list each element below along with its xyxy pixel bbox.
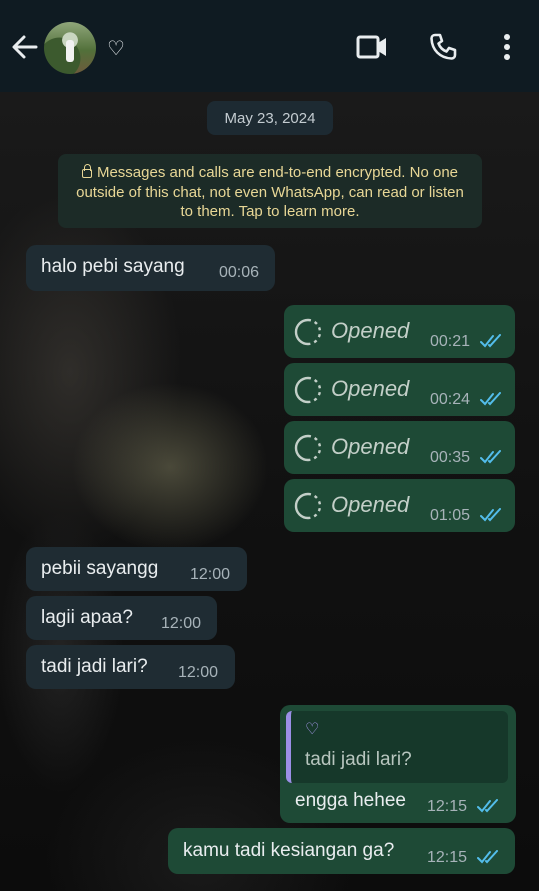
message-time: 00:21 — [430, 333, 471, 350]
more-vert-icon — [504, 34, 510, 60]
back-button[interactable] — [10, 32, 40, 62]
message-time: 00:24 — [430, 391, 471, 408]
quoted-text: tadi jadi lari? — [305, 749, 412, 770]
contact-name[interactable]: ♡ — [107, 36, 125, 61]
contact-avatar[interactable] — [44, 22, 96, 74]
message-bubble-incoming[interactable]: halo pebi sayang 00:06 — [26, 245, 275, 291]
encryption-notice[interactable]: Messages and calls are end-to-end encryp… — [58, 154, 482, 228]
more-options-button[interactable] — [490, 30, 524, 64]
read-ticks-icon — [477, 850, 498, 864]
lock-icon — [81, 164, 92, 178]
opened-label: Opened — [331, 434, 410, 459]
voice-call-button[interactable] — [426, 30, 460, 64]
quoted-author: ♡ — [305, 721, 320, 738]
message-time: 00:35 — [430, 449, 471, 466]
message-bubble-outgoing-reply[interactable]: ♡ tadi jadi lari? engga hehee 12:15 — [280, 705, 516, 823]
message-text: lagii apaa? — [41, 607, 133, 628]
message-bubble-outgoing[interactable]: Opened 00:35 — [284, 421, 515, 474]
message-bubble-outgoing[interactable]: kamu tadi kesiangan ga? 12:15 — [168, 828, 515, 874]
arrow-left-icon — [12, 35, 38, 59]
message-time: 12:00 — [190, 566, 231, 583]
message-bubble-outgoing[interactable]: Opened 00:24 — [284, 363, 515, 416]
encryption-notice-text: Messages and calls are end-to-end encryp… — [76, 164, 464, 220]
message-time: 12:15 — [427, 798, 468, 815]
opened-label: Opened — [331, 318, 410, 343]
read-ticks-icon — [477, 799, 498, 813]
chat-header: ♡ — [0, 0, 539, 92]
message-bubble-incoming[interactable]: pebii sayangg 12:00 — [26, 547, 247, 591]
video-call-icon — [356, 35, 386, 59]
message-text: pebii sayangg — [41, 558, 159, 579]
view-once-opened-icon — [294, 492, 322, 520]
date-separator: May 23, 2024 — [207, 101, 333, 135]
read-ticks-icon — [480, 392, 501, 406]
message-text: halo pebi sayang — [41, 256, 185, 277]
phone-icon — [430, 33, 457, 60]
video-call-button[interactable] — [355, 30, 389, 64]
quoted-message[interactable]: ♡ tadi jadi lari? — [286, 711, 508, 783]
read-ticks-icon — [480, 508, 501, 522]
message-time: 12:15 — [427, 849, 468, 866]
opened-label: Opened — [331, 376, 410, 401]
message-bubble-outgoing[interactable]: Opened 00:21 — [284, 305, 515, 358]
view-once-opened-icon — [294, 376, 322, 404]
message-text: kamu tadi kesiangan ga? — [183, 840, 395, 861]
message-bubble-incoming[interactable]: lagii apaa? 12:00 — [26, 596, 217, 640]
message-time: 00:06 — [219, 264, 260, 281]
message-bubble-incoming[interactable]: tadi jadi lari? 12:00 — [26, 645, 235, 689]
message-time: 12:00 — [161, 615, 202, 632]
read-ticks-icon — [480, 450, 501, 464]
message-text: tadi jadi lari? — [41, 656, 148, 677]
view-once-opened-icon — [294, 434, 322, 462]
message-time: 01:05 — [430, 507, 471, 524]
message-bubble-outgoing[interactable]: Opened 01:05 — [284, 479, 515, 532]
view-once-opened-icon — [294, 318, 322, 346]
message-time: 12:00 — [178, 664, 219, 681]
message-text: engga hehee — [295, 790, 406, 811]
opened-label: Opened — [331, 492, 410, 517]
read-ticks-icon — [480, 334, 501, 348]
